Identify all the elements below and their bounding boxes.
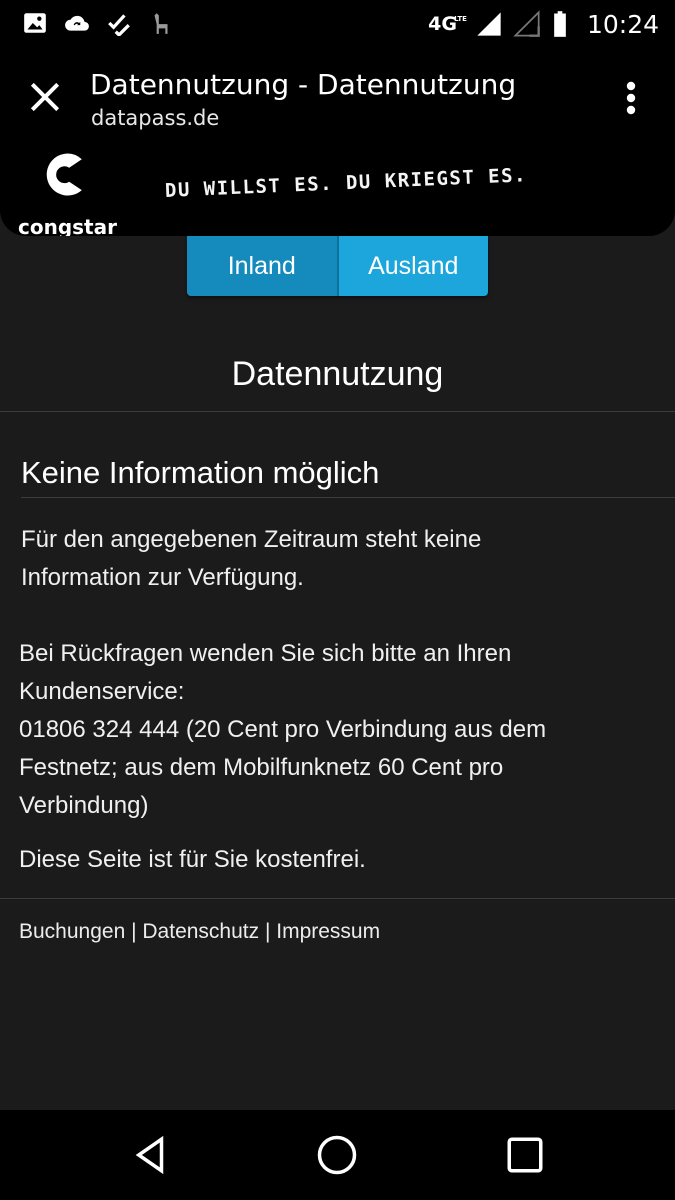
status-bar: 4G LTE 10:24 xyxy=(0,0,675,48)
checklist-icon xyxy=(108,14,130,36)
home-icon[interactable] xyxy=(316,1134,358,1176)
battery-icon xyxy=(554,11,566,37)
region-tabs: Inland Ausland xyxy=(187,236,488,296)
congstar-logo-icon xyxy=(46,153,82,196)
custom-tab-header: Datennutzung - Datennutzung datapass.de … xyxy=(0,48,675,236)
section-title: Keine Information möglich xyxy=(21,455,380,490)
llama-icon xyxy=(154,13,168,34)
system-icons: 4G LTE 10:24 xyxy=(428,6,659,42)
tab-ausland[interactable]: Ausland xyxy=(336,236,488,296)
link-impressum[interactable]: Impressum xyxy=(276,920,380,943)
page-url: datapass.de xyxy=(91,106,220,130)
more-vert-icon[interactable] xyxy=(616,80,646,116)
tab-inland[interactable]: Inland xyxy=(187,236,337,296)
contact-paragraph: Bei Rückfragen wenden Sie sich bitte an … xyxy=(19,640,547,819)
link-datenschutz[interactable]: Datenschutz xyxy=(142,920,259,943)
clock: 10:24 xyxy=(586,9,659,39)
cloud-sync-icon xyxy=(65,15,89,31)
signal-icon xyxy=(477,12,501,36)
brand-slogan: DU WILLST ES. DU KRIEGST ES. xyxy=(164,164,528,202)
image-icon xyxy=(24,13,46,33)
divider xyxy=(0,898,675,899)
back-icon[interactable] xyxy=(130,1134,172,1176)
close-icon[interactable] xyxy=(26,78,64,116)
divider xyxy=(0,411,675,412)
notification-icons xyxy=(22,10,174,36)
divider xyxy=(21,497,675,498)
footer-links: Buchungen | Datenschutz | Impressum xyxy=(19,920,381,943)
info-paragraph: Für den angegebenen Zeitraum steht keine… xyxy=(21,526,482,591)
brand-name: congstar xyxy=(18,215,117,236)
page-title: Datennutzung - Datennutzung xyxy=(90,68,517,101)
signal-empty-icon xyxy=(513,10,540,37)
link-buchungen[interactable]: Buchungen xyxy=(19,920,125,943)
navigation-bar xyxy=(0,1110,675,1200)
page-heading: Datennutzung xyxy=(231,355,444,393)
network-type: 4G LTE xyxy=(428,13,467,35)
recents-icon[interactable] xyxy=(504,1134,546,1176)
free-notice: Diese Seite ist für Sie kostenfrei. xyxy=(19,846,366,873)
hotline-number[interactable]: 01806 324 444 (20 Cent pro Verbindung au… xyxy=(19,711,546,749)
